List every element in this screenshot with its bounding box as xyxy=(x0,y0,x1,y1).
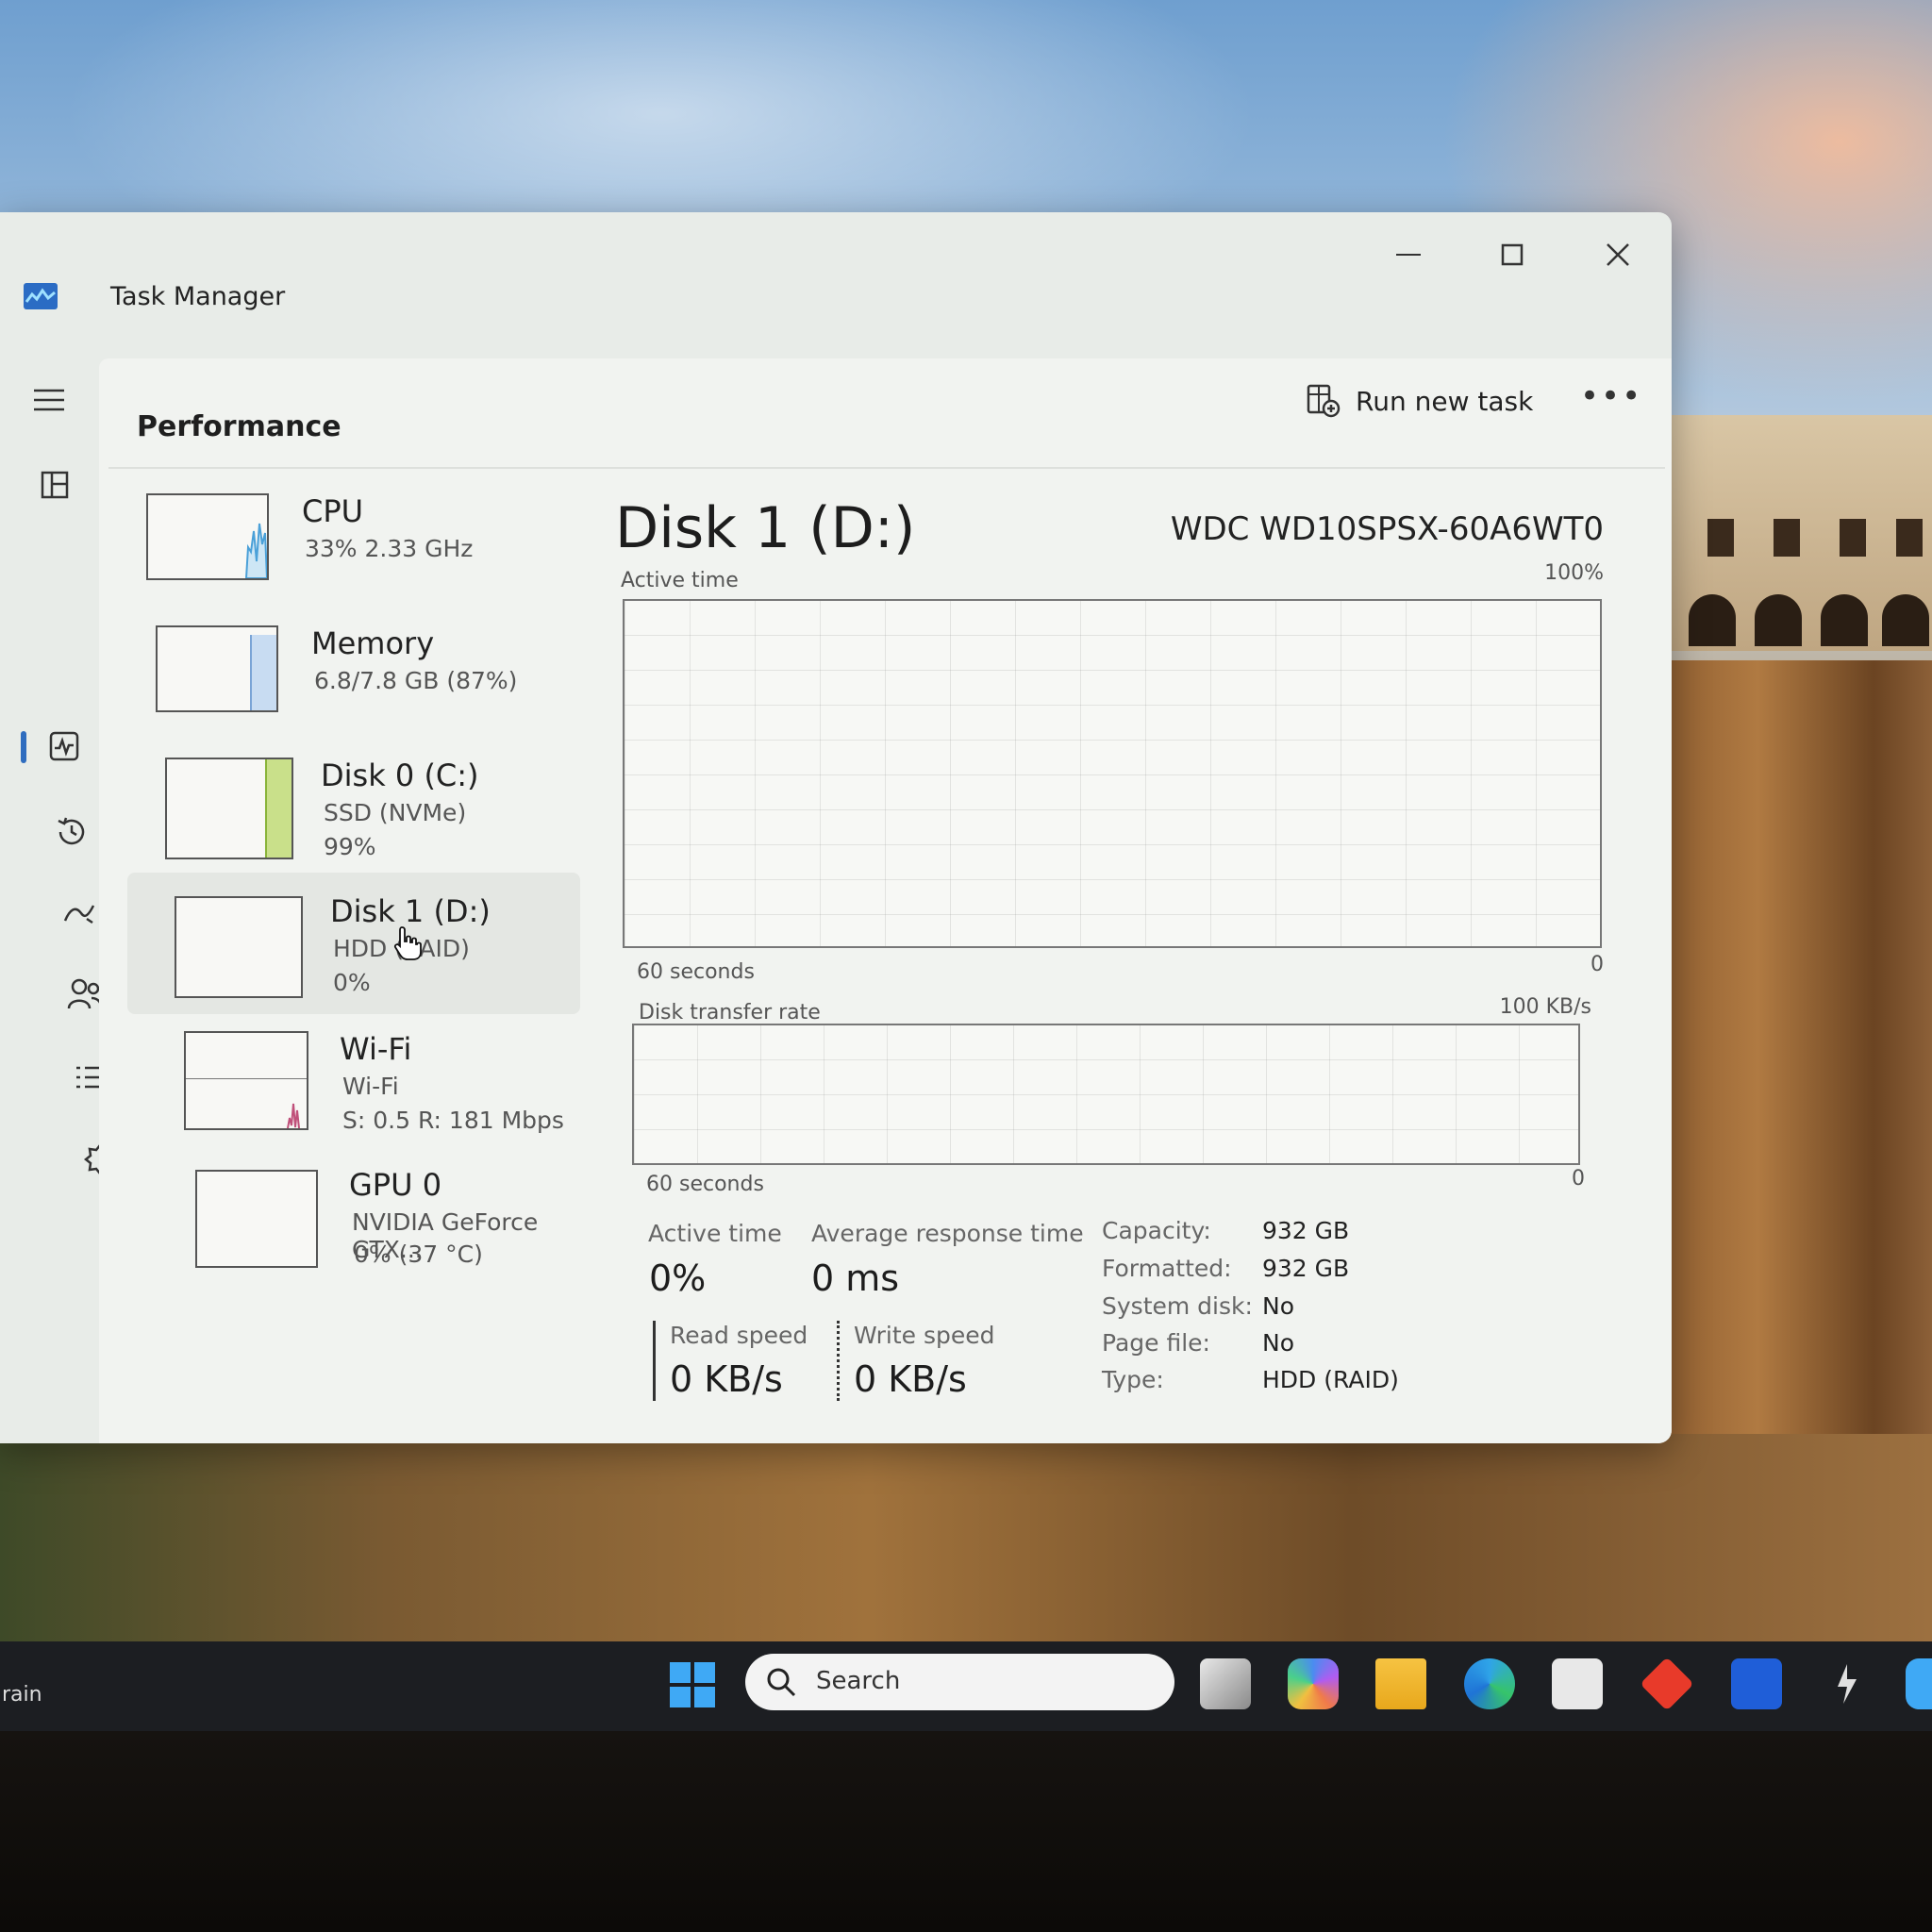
read-speed-indicator xyxy=(653,1321,656,1401)
maximize-icon xyxy=(1501,243,1524,266)
device-name: Disk 1 (D:) xyxy=(330,893,491,929)
microsoft-store-icon[interactable] xyxy=(1552,1658,1603,1709)
run-new-task-button[interactable]: Run new task xyxy=(1307,373,1533,429)
processes-icon[interactable] xyxy=(32,462,77,508)
performance-icon[interactable] xyxy=(42,724,87,769)
disk-model: WDC WD10SPSX-60A6WT0 xyxy=(1170,510,1604,548)
disk-1-mini-graph xyxy=(175,896,303,998)
app-history-icon[interactable] xyxy=(49,809,94,855)
device-subtitle: 33% 2.33 GHz xyxy=(305,535,474,562)
task-manager-window: Task Manager Performance Run new task ••… xyxy=(0,212,1672,1443)
taskbar-search-box[interactable] xyxy=(745,1654,1174,1710)
device-usage: 99% xyxy=(324,833,376,860)
wallpaper-building xyxy=(1660,415,1932,651)
close-icon xyxy=(1607,243,1629,266)
type-value: HDD (RAID) xyxy=(1262,1366,1399,1393)
close-button[interactable] xyxy=(1590,231,1646,278)
startup-apps-icon[interactable] xyxy=(57,891,102,937)
device-subtitle: 6.8/7.8 GB (87%) xyxy=(314,667,518,694)
page-file-value: No xyxy=(1262,1329,1294,1357)
header-divider xyxy=(108,467,1665,469)
navigation-rail xyxy=(0,363,117,1439)
device-name: Disk 0 (C:) xyxy=(321,758,479,793)
device-usage: 0% (37 °C) xyxy=(354,1241,483,1268)
transfer-rate-graph-min: 0 xyxy=(1572,1167,1585,1191)
device-usage: 0% xyxy=(333,969,371,996)
formatted-value: 932 GB xyxy=(1262,1255,1350,1282)
capacity-label: Capacity: xyxy=(1102,1217,1211,1244)
avg-response-label: Average response time xyxy=(811,1220,1084,1247)
dropbox-icon[interactable] xyxy=(1731,1658,1782,1709)
page-file-label: Page file: xyxy=(1102,1329,1210,1357)
title-bar: Task Manager xyxy=(0,212,1672,316)
device-subtitle: SSD (NVMe) xyxy=(324,799,467,826)
read-speed-value: 0 KB/s xyxy=(670,1358,783,1400)
hamburger-menu-icon[interactable] xyxy=(26,377,72,423)
windows-start-icon[interactable] xyxy=(668,1660,717,1709)
active-time-graph-duration: 60 seconds xyxy=(637,960,755,984)
window-title: Task Manager xyxy=(110,282,286,311)
minimize-icon xyxy=(1396,254,1421,256)
search-placeholder: Search xyxy=(816,1667,901,1695)
active-time-graph-label: Active time xyxy=(621,569,739,592)
device-item-wifi[interactable]: Wi-Fi Wi-Fi S: 0.5 R: 181 Mbps xyxy=(127,1014,580,1146)
device-subtitle: Wi-Fi xyxy=(342,1073,399,1100)
system-disk-label: System disk: xyxy=(1102,1292,1253,1320)
monitor-bezel xyxy=(0,1731,1932,1932)
page-title: Performance xyxy=(137,410,341,443)
active-nav-indicator xyxy=(21,731,26,763)
app-partial-icon[interactable] xyxy=(1906,1658,1932,1709)
active-time-graph-min: 0 xyxy=(1591,953,1604,976)
wallpaper-landscape-bottom xyxy=(0,1434,1932,1641)
more-options-button[interactable]: ••• xyxy=(1580,377,1642,415)
file-explorer-icon[interactable] xyxy=(1375,1658,1426,1709)
device-name: Memory xyxy=(311,625,435,661)
device-usage: S: 0.5 R: 181 Mbps xyxy=(342,1107,564,1134)
active-time-stat-label: Active time xyxy=(648,1220,782,1247)
wifi-mini-graph xyxy=(184,1031,308,1130)
search-icon xyxy=(767,1668,796,1697)
read-speed-label: Read speed xyxy=(670,1322,808,1349)
weather-widget-text[interactable]: rain xyxy=(2,1683,42,1707)
formatted-label: Formatted: xyxy=(1102,1255,1232,1282)
hand-cursor-icon xyxy=(393,926,422,960)
transfer-rate-graph-duration: 60 seconds xyxy=(646,1173,764,1196)
avg-response-value: 0 ms xyxy=(811,1257,900,1299)
task-manager-app-icon xyxy=(24,283,58,309)
active-time-graph-max: 100% xyxy=(1544,561,1604,585)
active-time-stat-value: 0% xyxy=(649,1257,707,1299)
gpu-mini-graph xyxy=(195,1170,318,1268)
device-name: Wi-Fi xyxy=(340,1031,412,1067)
transfer-rate-graph-max: 100 KB/s xyxy=(1499,995,1591,1019)
task-view-icon[interactable] xyxy=(1200,1658,1251,1709)
device-item-gpu[interactable]: GPU 0 NVIDIA GeForce GTX... 0% (37 °C) xyxy=(127,1146,580,1278)
device-item-disk-0[interactable]: Disk 0 (C:) SSD (NVMe) 99% xyxy=(127,741,580,873)
system-disk-value: No xyxy=(1262,1292,1294,1320)
device-item-cpu[interactable]: CPU 33% 2.33 GHz xyxy=(127,476,580,608)
device-name: CPU xyxy=(302,493,364,529)
device-name: GPU 0 xyxy=(349,1167,442,1203)
write-speed-indicator xyxy=(837,1321,840,1401)
maximize-button[interactable] xyxy=(1484,231,1541,278)
device-list: CPU 33% 2.33 GHz Memory 6.8/7.8 GB (87%)… xyxy=(127,476,580,1278)
disk-title: Disk 1 (D:) xyxy=(615,495,916,561)
capacity-value: 932 GB xyxy=(1262,1217,1350,1244)
run-new-task-label: Run new task xyxy=(1356,385,1534,417)
device-item-memory[interactable]: Memory 6.8/7.8 GB (87%) xyxy=(127,608,580,741)
edge-browser-icon[interactable] xyxy=(1464,1658,1515,1709)
disk-0-mini-graph xyxy=(165,758,293,859)
cpu-mini-graph xyxy=(146,493,269,580)
run-new-task-icon xyxy=(1307,384,1341,418)
transfer-rate-graph-label: Disk transfer rate xyxy=(639,1001,821,1024)
device-item-disk-1[interactable]: Disk 1 (D:) HDD (RAID) 0% xyxy=(127,873,580,1014)
active-time-graph xyxy=(623,599,1602,948)
type-label: Type: xyxy=(1102,1366,1164,1393)
write-speed-value: 0 KB/s xyxy=(854,1358,967,1400)
minimize-button[interactable] xyxy=(1380,231,1437,278)
memory-mini-graph xyxy=(156,625,278,712)
transfer-rate-graph xyxy=(632,1024,1580,1165)
app-lightning-icon[interactable] xyxy=(1821,1658,1872,1709)
write-speed-label: Write speed xyxy=(854,1322,995,1349)
copilot-icon[interactable] xyxy=(1288,1658,1339,1709)
